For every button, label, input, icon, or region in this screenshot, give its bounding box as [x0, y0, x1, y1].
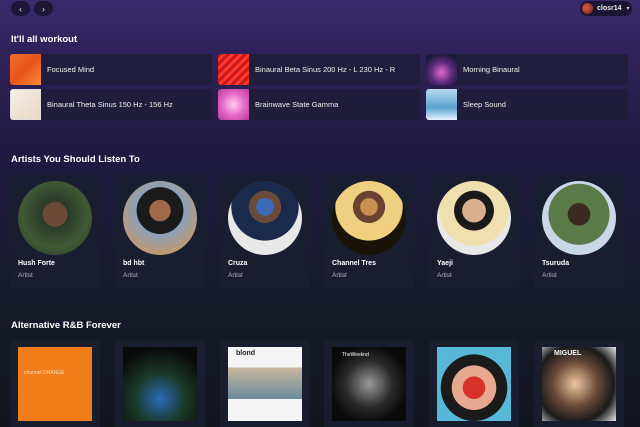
artist-photo — [542, 181, 616, 255]
artist-row: Hush Forte Artist bd hbt Artist Cruza Ar… — [10, 174, 630, 289]
artist-card[interactable]: Hush Forte Artist — [10, 174, 100, 289]
artist-photo — [228, 181, 302, 255]
album-card[interactable]: blond — [220, 340, 310, 427]
chevron-right-icon: › — [42, 3, 45, 14]
album-cover-text: blond — [236, 350, 256, 357]
playlist-cover — [10, 54, 41, 85]
artist-card[interactable]: Tsuruda Artist — [534, 174, 624, 289]
album-cover — [18, 347, 92, 421]
section-title-workout[interactable]: It'll all workout — [11, 34, 77, 45]
quick-pick-item[interactable]: Binaural Theta Sinus 150 Hz - 156 Hz — [10, 89, 212, 120]
top-bar: ‹ › closr14 ▾ — [0, 0, 640, 18]
quick-pick-item[interactable]: Focused Mind — [10, 54, 212, 85]
chevron-down-icon: ▾ — [626, 6, 630, 12]
quick-pick-label: Morning Binaural — [463, 65, 520, 74]
artist-name: Yaeji — [437, 260, 453, 267]
forward-button[interactable]: › — [34, 1, 53, 16]
chevron-left-icon: ‹ — [19, 3, 22, 14]
album-card[interactable] — [115, 340, 205, 427]
album-cover-text: TheWeeknd — [342, 352, 369, 358]
album-card[interactable]: TheWeeknd — [324, 340, 414, 427]
artist-card[interactable]: Cruza Artist — [220, 174, 310, 289]
section-title-artists[interactable]: Artists You Should Listen To — [11, 154, 140, 165]
quick-picks-grid: Focused Mind Binaural Beta Sinus 200 Hz … — [10, 54, 630, 121]
artist-type: Artist — [332, 272, 347, 279]
quick-pick-label: Binaural Beta Sinus 200 Hz - L 230 Hz - … — [255, 65, 396, 74]
artist-card[interactable]: bd hbt Artist — [115, 174, 205, 289]
avatar — [582, 3, 593, 14]
quick-pick-item[interactable]: Binaural Beta Sinus 200 Hz - L 230 Hz - … — [218, 54, 420, 85]
album-cover — [123, 347, 197, 421]
album-cover — [542, 347, 616, 421]
quick-pick-label: Sleep Sound — [463, 100, 506, 109]
quick-pick-item[interactable]: Morning Binaural — [426, 54, 628, 85]
album-cover-text: MIGUEL — [554, 350, 582, 357]
album-cover — [228, 347, 302, 421]
quick-pick-item[interactable]: Brainwave State Gamma — [218, 89, 420, 120]
quick-pick-label: Binaural Theta Sinus 150 Hz - 156 Hz — [47, 100, 173, 109]
artist-card[interactable]: Yaeji Artist — [429, 174, 519, 289]
artist-type: Artist — [437, 272, 452, 279]
artist-name: bd hbt — [123, 260, 145, 267]
artist-name: Cruza — [228, 260, 248, 267]
playlist-cover — [10, 89, 41, 120]
playlist-cover — [218, 89, 249, 120]
album-cover — [437, 347, 511, 421]
playlist-cover — [218, 54, 249, 85]
artist-name: Tsuruda — [542, 260, 570, 267]
quick-pick-label: Focused Mind — [47, 65, 95, 74]
album-row: channel ORANGE blond TheWeeknd MIGUEL — [10, 340, 630, 427]
album-cover — [332, 347, 406, 421]
artist-type: Artist — [542, 272, 557, 279]
user-name: closr14 — [597, 5, 622, 12]
artist-photo — [123, 181, 197, 255]
artist-type: Artist — [18, 272, 33, 279]
playlist-cover — [426, 54, 457, 85]
user-menu-button[interactable]: closr14 ▾ — [580, 1, 632, 16]
album-cover-text: channel ORANGE — [24, 370, 65, 376]
album-card[interactable]: MIGUEL — [534, 340, 624, 427]
album-card[interactable]: channel ORANGE — [10, 340, 100, 427]
artist-card[interactable]: Channel Tres Artist — [324, 174, 414, 289]
quick-pick-label: Brainwave State Gamma — [255, 100, 339, 109]
section-title-rnb[interactable]: Alternative R&B Forever — [11, 320, 121, 331]
artist-name: Channel Tres — [332, 260, 376, 267]
artist-type: Artist — [228, 272, 243, 279]
artist-name: Hush Forte — [18, 260, 55, 267]
playlist-cover — [426, 89, 457, 120]
artist-photo — [437, 181, 511, 255]
back-button[interactable]: ‹ — [11, 1, 30, 16]
album-card[interactable] — [429, 340, 519, 427]
artist-photo — [18, 181, 92, 255]
quick-pick-item[interactable]: Sleep Sound — [426, 89, 628, 120]
artist-type: Artist — [123, 272, 138, 279]
artist-photo — [332, 181, 406, 255]
